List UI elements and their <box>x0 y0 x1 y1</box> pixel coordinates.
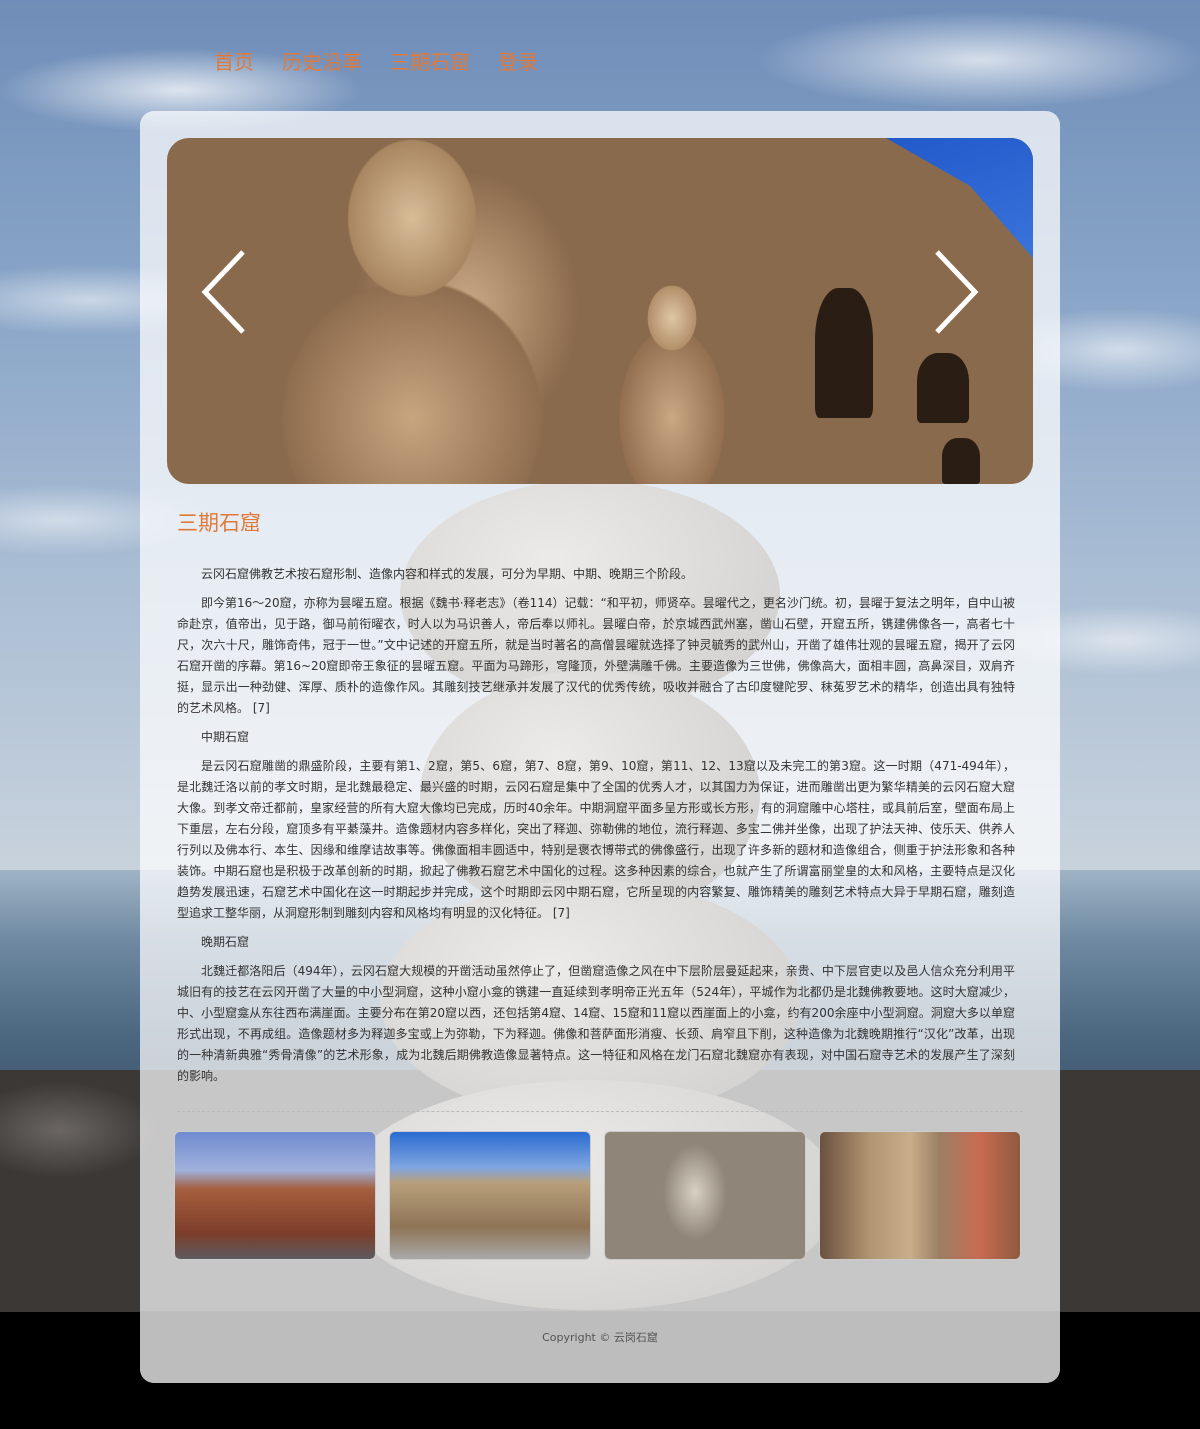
article-late-phase: 北魏迁都洛阳后（494年），云冈石窟大规模的开凿活动虽然停止了，但凿窟造像之风在… <box>177 964 1015 1083</box>
banner-sky <box>886 138 1033 258</box>
article-early-phase: 即今第16～20窟，亦称为昙曜五窟。根据《魏书·释老志》（卷114）记载：“和平… <box>177 596 1015 715</box>
banner-standing-buddha <box>607 278 737 484</box>
gallery-thumbnail[interactable] <box>604 1131 806 1260</box>
divider <box>177 1111 1023 1112</box>
article-body: 云冈石窟佛教艺术按石窟形制、造像内容和样式的发展，可分为早期、中期、晚期三个阶段… <box>177 564 1015 1095</box>
top-nav: 首页 历史沿革 三期石窟 登录 <box>214 46 538 75</box>
article-middle-phase: 是云冈石窟雕凿的鼎盛阶段，主要有第1、2窟，第5、6窟，第7、8窟，第9、10窟… <box>177 759 1015 920</box>
nav-item-login[interactable]: 登录 <box>498 46 538 75</box>
footer: Copyright © 云岗石窟 <box>140 1311 1060 1383</box>
carousel-prev-button[interactable] <box>201 250 247 334</box>
section-title: 三期石窟 <box>177 511 261 535</box>
copyright-text: Copyright © 云岗石窟 <box>542 1331 658 1344</box>
banner-cave <box>942 438 980 484</box>
banner-cave <box>815 288 873 418</box>
carousel-next-button[interactable] <box>933 250 979 334</box>
nav-item-home[interactable]: 首页 <box>214 46 254 75</box>
banner-cave <box>917 353 969 423</box>
chevron-left-icon <box>201 250 245 334</box>
gallery-thumbnail[interactable] <box>174 1131 376 1260</box>
main-panel: Copyright © 云岗石窟 三期石窟 云冈石窟佛教艺术按石窟形制、造像内容… <box>140 111 1060 1383</box>
nav-item-history[interactable]: 历史沿革 <box>282 46 362 75</box>
chevron-right-icon <box>935 250 979 334</box>
gallery-thumbnail[interactable] <box>819 1131 1021 1260</box>
banner-carousel <box>167 138 1033 484</box>
thumbnail-gallery <box>174 1131 1021 1260</box>
article-intro: 云冈石窟佛教艺术按石窟形制、造像内容和样式的发展，可分为早期、中期、晚期三个阶段… <box>201 567 694 581</box>
nav-item-three-phase-caves[interactable]: 三期石窟 <box>390 46 470 75</box>
gallery-thumbnail[interactable] <box>389 1131 591 1260</box>
banner-large-buddha <box>237 138 587 484</box>
middle-phase-heading: 中期石窟 <box>201 730 250 744</box>
late-phase-heading: 晚期石窟 <box>201 935 250 949</box>
